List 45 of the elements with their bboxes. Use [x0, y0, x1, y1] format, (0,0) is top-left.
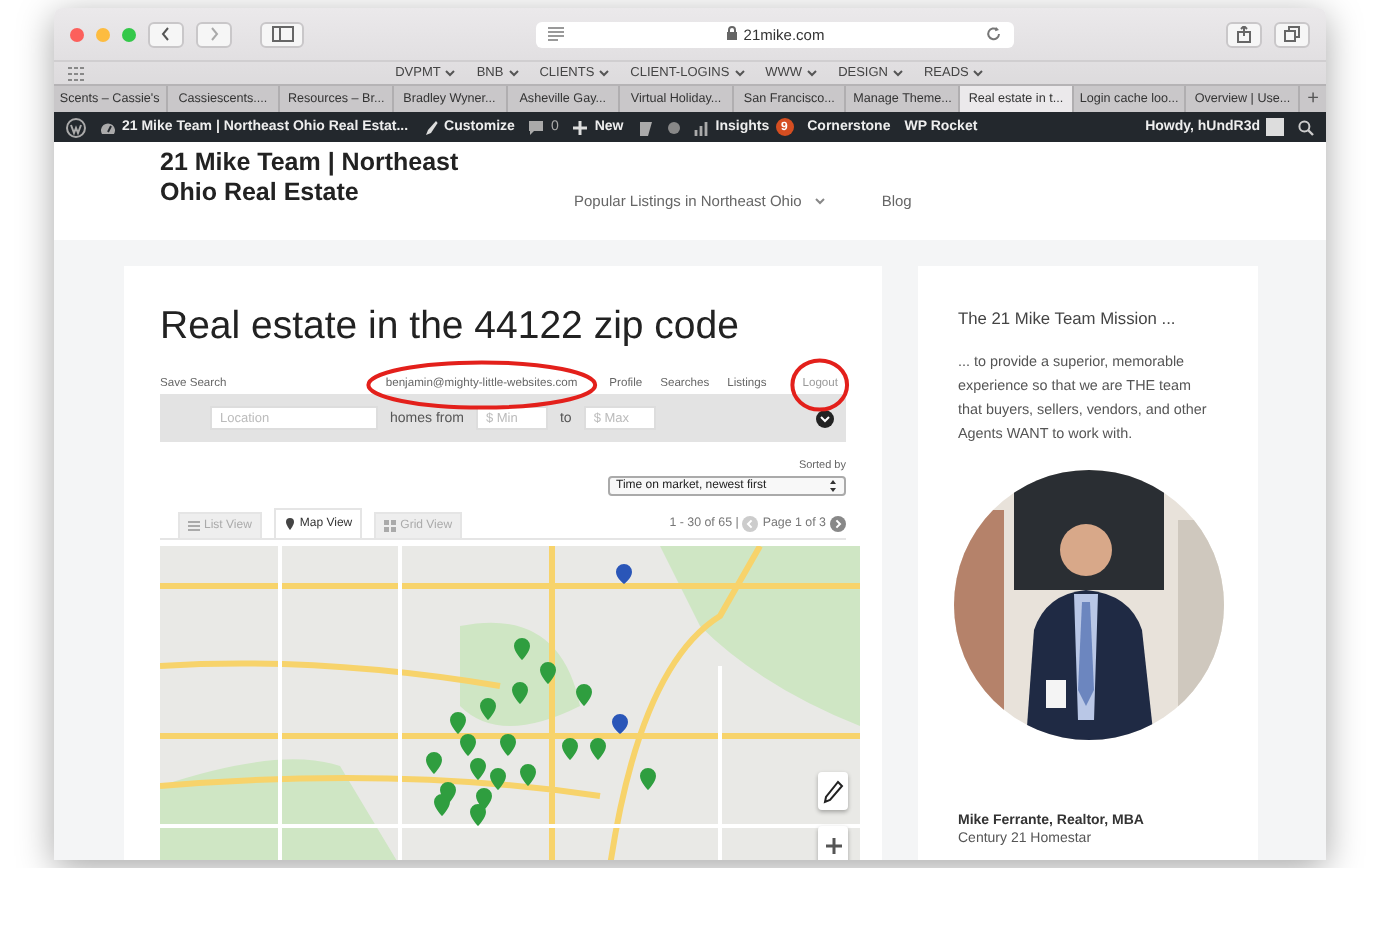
back-button[interactable] [148, 21, 184, 47]
share-icon [1236, 25, 1252, 43]
wordpress-logo-icon[interactable] [66, 117, 86, 137]
reader-icon[interactable] [548, 26, 564, 42]
tabs-icon [1284, 26, 1300, 42]
zoom-in-button[interactable] [818, 826, 848, 860]
new-tab-button[interactable]: + [1300, 86, 1326, 112]
caret-icon [891, 68, 904, 78]
seo-plugin-icon[interactable] [637, 119, 654, 135]
plus-icon [825, 837, 841, 853]
next-page-icon[interactable] [830, 515, 846, 531]
dashboard-gauge-icon [100, 119, 116, 135]
back-icon [160, 26, 172, 42]
caret-icon [806, 68, 819, 78]
site-title[interactable]: 21 Mike Team | Northeast Ohio Real Estate [160, 148, 520, 240]
grid-icon [384, 520, 397, 532]
avatar-icon [1266, 118, 1284, 136]
status-dot-icon [667, 121, 680, 133]
highlight-ellipse [790, 357, 850, 411]
caret-icon [972, 68, 985, 78]
share-button[interactable] [1226, 21, 1262, 47]
sidebar-button[interactable] [260, 21, 304, 47]
reload-icon[interactable] [986, 26, 1002, 42]
bar-chart-icon [693, 119, 710, 135]
comment-bubble-icon [528, 119, 545, 135]
expand-toggle-icon[interactable] [816, 409, 834, 427]
caret-icon [733, 68, 746, 78]
widget-heading: The 21 Mike Team Mission ... [958, 308, 1178, 328]
forward-icon [208, 26, 220, 42]
apps-grid-icon[interactable] [68, 66, 84, 82]
lock-icon [725, 26, 738, 42]
draw-button[interactable] [818, 772, 848, 810]
caret-icon [598, 68, 611, 78]
tabs-overview-button[interactable] [1274, 21, 1310, 47]
caret-icon [507, 68, 520, 78]
plus-icon [572, 119, 589, 135]
sidebar-icon [271, 26, 293, 42]
search-icon[interactable] [1298, 119, 1314, 135]
updown-arrows-icon [828, 478, 838, 494]
map-pin-icon [283, 518, 296, 530]
pencil-icon [822, 779, 844, 803]
caret-icon [444, 68, 457, 78]
paintbrush-icon [422, 119, 439, 135]
page-title: Real estate in the 44122 zip code [160, 304, 741, 350]
list-icon [188, 520, 200, 532]
